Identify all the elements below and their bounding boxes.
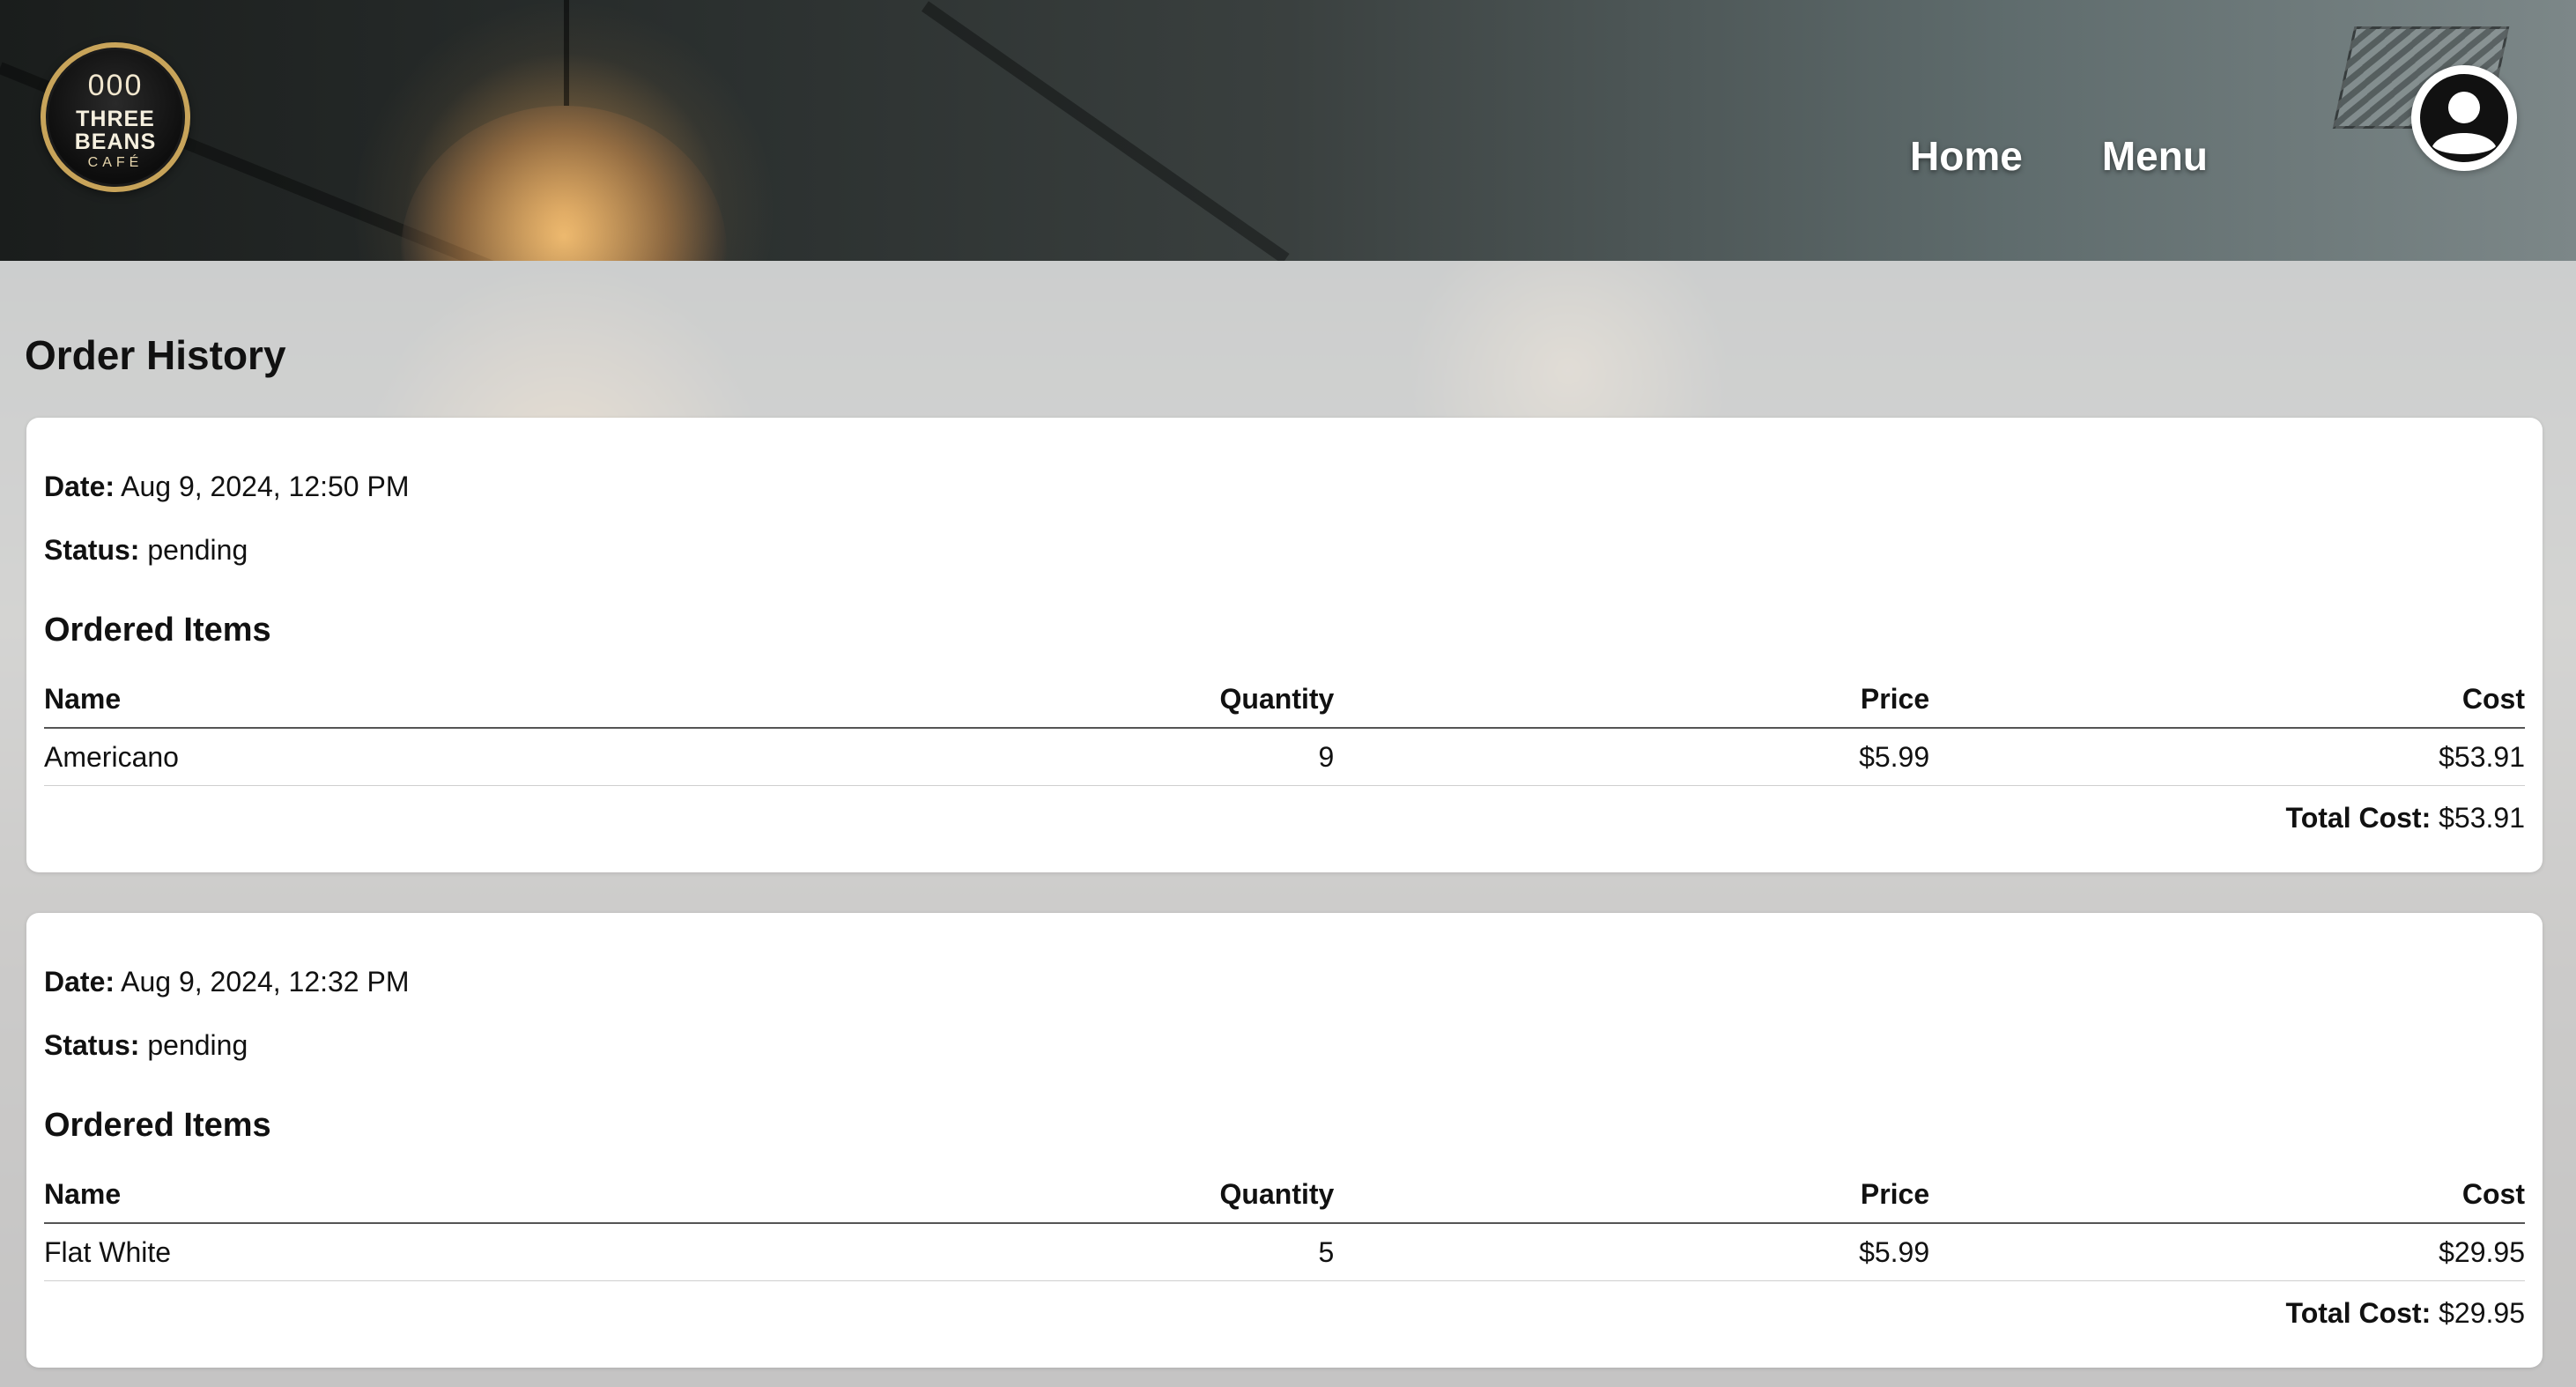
cost-column-header: Cost [1929, 671, 2525, 729]
item-cost: $53.91 [1929, 728, 2525, 786]
name-column-header: Name [44, 671, 988, 729]
coffee-beans-icon: 000 [87, 68, 144, 102]
ordered-items-heading: Ordered Items [44, 1107, 271, 1144]
item-cost: $29.95 [1929, 1223, 2525, 1281]
site-logo[interactable]: 000 THREE BEANS CAFÉ [41, 42, 190, 192]
lamp-cord [564, 0, 569, 106]
order-status: Status: pending [44, 1022, 2525, 1068]
profile-button[interactable] [2411, 65, 2517, 171]
table-header-row: Name Quantity Price Cost [44, 671, 2525, 729]
item-price: $5.99 [1334, 1223, 1930, 1281]
status-label: Status: [44, 534, 140, 566]
nav-menu-link[interactable]: Menu [2102, 132, 2208, 180]
date-label: Date: [44, 471, 115, 502]
table-header-row: Name Quantity Price Cost [44, 1166, 2525, 1224]
total-cost-value: $53.91 [2439, 802, 2525, 834]
table-row: Flat White 5 $5.99 $29.95 [44, 1223, 2525, 1281]
item-quantity: 9 [987, 728, 1335, 786]
date-value: Aug 9, 2024, 12:32 PM [121, 966, 410, 998]
site-header: 000 THREE BEANS CAFÉ Home Menu [0, 0, 2576, 261]
order-status: Status: pending [44, 527, 2525, 573]
price-column-header: Price [1334, 1166, 1930, 1224]
total-cost-label: Total Cost: [2285, 802, 2432, 834]
order-total: Total Cost: $53.91 [44, 802, 2525, 834]
logo-name: THREE BEANS [74, 106, 157, 154]
total-cost-value: $29.95 [2439, 1297, 2525, 1329]
page-title: Order History [25, 332, 286, 378]
status-label: Status: [44, 1029, 140, 1061]
order-date: Date: Aug 9, 2024, 12:50 PM [44, 464, 2525, 509]
main-navigation: Home Menu [1910, 132, 2208, 180]
ordered-items-heading: Ordered Items [44, 612, 271, 649]
date-label: Date: [44, 966, 115, 998]
order-history-main: Order History Date: Aug 9, 2024, 12:50 P… [0, 261, 2576, 1387]
quantity-column-header: Quantity [987, 1166, 1335, 1224]
pendant-lamp-image [401, 106, 727, 261]
cost-column-header: Cost [1929, 1166, 2525, 1224]
nav-home-link[interactable]: Home [1910, 132, 2023, 180]
item-name: Flat White [44, 1223, 988, 1281]
order-card: Date: Aug 9, 2024, 12:32 PM Status: pend… [26, 913, 2543, 1368]
user-avatar-icon [2415, 69, 2513, 167]
price-column-header: Price [1334, 671, 1930, 729]
date-value: Aug 9, 2024, 12:50 PM [121, 471, 410, 502]
quantity-column-header: Quantity [987, 671, 1335, 729]
item-quantity: 5 [987, 1223, 1335, 1281]
status-value: pending [147, 534, 248, 566]
ordered-items-table: Name Quantity Price Cost Flat White 5 $5… [44, 1166, 2525, 1281]
order-card: Date: Aug 9, 2024, 12:50 PM Status: pend… [26, 418, 2543, 872]
total-cost-label: Total Cost: [2285, 1297, 2432, 1329]
item-price: $5.99 [1334, 728, 1930, 786]
ordered-items-table: Name Quantity Price Cost Americano 9 $5.… [44, 671, 2525, 786]
order-date: Date: Aug 9, 2024, 12:32 PM [44, 959, 2525, 1005]
item-name: Americano [44, 728, 988, 786]
status-value: pending [147, 1029, 248, 1061]
table-row: Americano 9 $5.99 $53.91 [44, 728, 2525, 786]
background-beam [921, 1, 1290, 261]
name-column-header: Name [44, 1166, 988, 1224]
logo-subtitle: CAFÉ [87, 155, 144, 171]
order-total: Total Cost: $29.95 [44, 1297, 2525, 1330]
